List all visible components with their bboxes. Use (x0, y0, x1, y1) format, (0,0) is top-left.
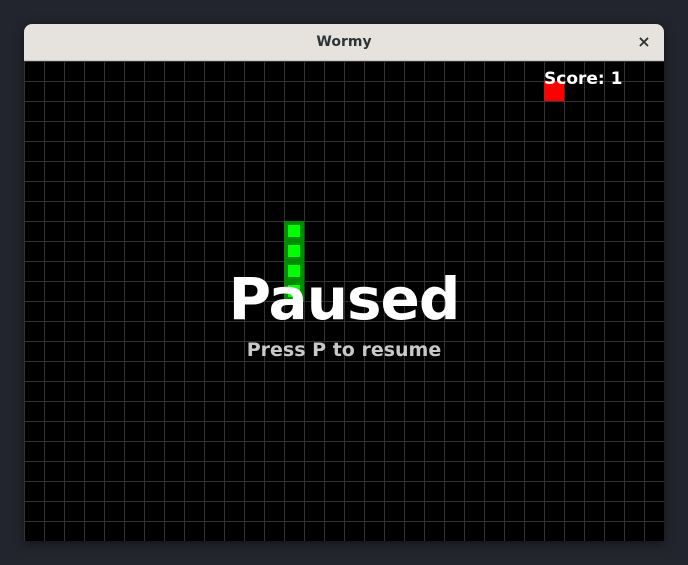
worm-segment (284, 221, 304, 241)
worm-segment (284, 241, 304, 261)
window-title: Wormy (316, 34, 372, 50)
score-display: Score: 1 (544, 69, 623, 89)
game-board: Score: 1 Paused Press P to resume (24, 61, 664, 541)
title-bar[interactable]: Wormy × (24, 24, 664, 61)
paused-title: Paused (228, 265, 461, 333)
resume-hint: Press P to resume (246, 339, 442, 361)
game-window: Wormy × Score: 1 Paused Press P to resum… (24, 24, 664, 541)
close-icon[interactable]: × (634, 32, 654, 52)
